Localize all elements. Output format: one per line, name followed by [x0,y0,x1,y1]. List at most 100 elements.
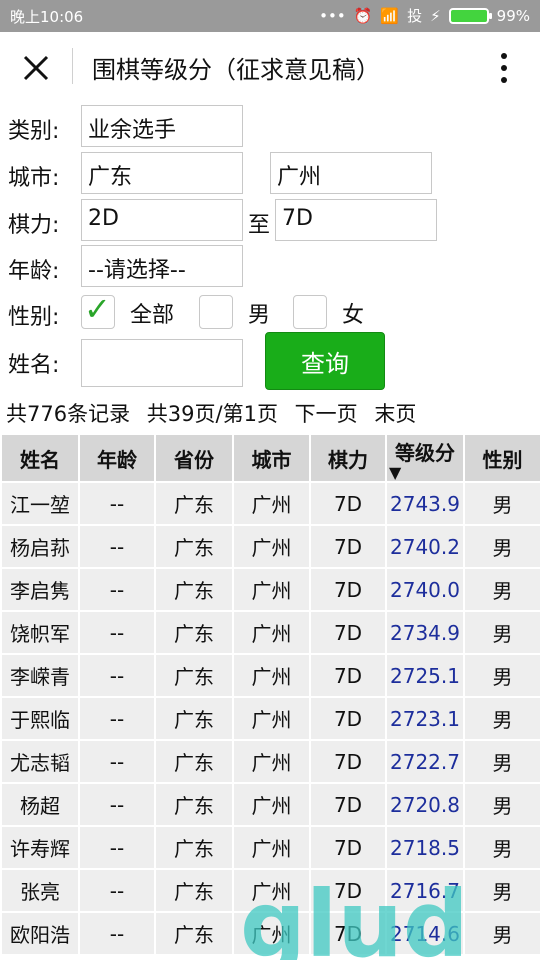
cell-province: 广东 [154,610,234,655]
cell-city: 广州 [232,825,311,870]
cell-rating: 2722.7 [385,739,465,784]
cell-strength: 7D [309,567,387,612]
cell-age: -- [78,567,156,612]
status-bar: 晚上10:06 ••• ⏰ 📶 投 ⚡ 99% [0,0,540,32]
cell-age: -- [78,911,156,956]
city-select[interactable]: 广州 [270,152,432,194]
table-row[interactable]: 尤志韬 -- 广东 广州 7D 2722.7 男 [0,739,540,784]
table-row[interactable]: 欧阳浩 -- 广东 广州 7D 2714.6 男 [0,911,540,956]
category-label: 类别: [8,119,60,144]
cell-strength: 7D [309,782,387,827]
cell-age: -- [78,610,156,655]
name-input[interactable] [81,339,243,387]
cell-strength: 7D [309,481,387,526]
pager: 共776条记录 共39页/第1页 下一页 末页 [6,398,426,428]
col-header-gender[interactable]: 性别 [463,433,540,483]
col-header-strength[interactable]: 棋力 [309,433,387,483]
cell-gender: 男 [463,653,540,698]
col-header-name[interactable]: 姓名 [0,433,80,483]
table-row[interactable]: 张亮 -- 广东 广州 7D 2716.7 男 [0,868,540,913]
cell-rating: 2720.8 [385,782,465,827]
wifi-icon: 📶 [380,6,400,25]
cell-gender: 男 [463,739,540,784]
city-row: 城市: 广东 广州 [0,152,540,196]
table-row[interactable]: 李嵘青 -- 广东 广州 7D 2725.1 男 [0,653,540,698]
strength-from-select[interactable]: 2D [81,199,243,241]
cell-strength: 7D [309,524,387,569]
strength-label: 棋力: [8,213,60,238]
name-label: 姓名: [8,353,60,378]
cell-city: 广州 [232,868,311,913]
col-header-province[interactable]: 省份 [154,433,234,483]
cell-province: 广东 [154,653,234,698]
cell-strength: 7D [309,653,387,698]
cell-strength: 7D [309,739,387,784]
page-title: 围棋等级分（征求意见稿） [92,56,380,84]
status-icons: ••• ⏰ 📶 投 ⚡ 99% [319,5,530,26]
cell-strength: 7D [309,610,387,655]
cell-city: 广州 [232,739,311,784]
cell-province: 广东 [154,739,234,784]
gender-female-checkbox[interactable] [293,295,327,329]
table-body: 江一堃 -- 广东 广州 7D 2743.9 男杨启荪 -- 广东 广州 7D 2740.2 男李启隽 -… [0,481,540,956]
gender-male-label: 男 [248,303,271,328]
next-page-link[interactable]: 下一页 [295,402,358,426]
table-row[interactable]: 江一堃 -- 广东 广州 7D 2743.9 男 [0,481,540,526]
category-select[interactable]: 业余选手 [81,105,243,147]
cell-strength: 7D [309,825,387,870]
province-select[interactable]: 广东 [81,152,243,194]
table-header-row: 姓名 年龄 省份 城市 棋力 等级分 ▼ 性别 [0,433,540,483]
cell-rating: 2740.2 [385,524,465,569]
table-row[interactable]: 于熙临 -- 广东 广州 7D 2723.1 男 [0,696,540,741]
cell-name: 欧阳浩 [0,911,80,956]
cell-province: 广东 [154,911,234,956]
cell-province: 广东 [154,825,234,870]
app-bar: 围棋等级分（征求意见稿） [0,32,540,102]
cell-city: 广州 [232,481,311,526]
gender-label: 性别: [8,305,60,330]
cell-gender: 男 [463,825,540,870]
more-dot-icon [501,77,507,83]
close-button[interactable] [14,46,58,90]
cell-city: 广州 [232,610,311,655]
col-header-rating[interactable]: 等级分 ▼ [385,433,465,483]
more-button[interactable] [486,48,522,88]
battery-icon [448,7,492,24]
cell-province: 广东 [154,696,234,741]
strength-separator: 至 [248,213,271,238]
cell-age: -- [78,481,156,526]
cell-city: 广州 [232,524,311,569]
table-row[interactable]: 杨启荪 -- 广东 广州 7D 2740.2 男 [0,524,540,569]
query-button[interactable]: 查询 [265,332,385,390]
cell-name: 江一堃 [0,481,80,526]
gender-all-label: 全部 [130,303,175,328]
cell-age: -- [78,739,156,784]
total-records: 共776条记录 [6,402,131,426]
cell-strength: 7D [309,911,387,956]
status-time: 晚上10:06 [10,8,84,26]
cell-rating: 2740.0 [385,567,465,612]
sort-desc-icon: ▼ [389,462,402,482]
table-row[interactable]: 许寿辉 -- 广东 广州 7D 2718.5 男 [0,825,540,870]
table-row[interactable]: 李启隽 -- 广东 广州 7D 2740.0 男 [0,567,540,612]
cell-gender: 男 [463,567,540,612]
cell-city: 广州 [232,782,311,827]
col-header-age[interactable]: 年龄 [78,433,156,483]
table-row[interactable]: 杨超 -- 广东 广州 7D 2720.8 男 [0,782,540,827]
gender-all-checkbox[interactable] [81,290,115,329]
last-page-link[interactable]: 末页 [374,402,416,426]
cell-name: 杨超 [0,782,80,827]
cell-province: 广东 [154,481,234,526]
age-select[interactable]: --请选择-- [81,245,243,287]
cell-province: 广东 [154,868,234,913]
gender-male-checkbox[interactable] [199,295,233,329]
cell-gender: 男 [463,610,540,655]
col-header-city[interactable]: 城市 [232,433,311,483]
cell-rating: 2718.5 [385,825,465,870]
cell-age: -- [78,653,156,698]
strength-to-select[interactable]: 7D [275,199,437,241]
cell-province: 广东 [154,782,234,827]
cell-name: 于熙临 [0,696,80,741]
cell-name: 饶帜军 [0,610,80,655]
table-row[interactable]: 饶帜军 -- 广东 广州 7D 2734.9 男 [0,610,540,655]
